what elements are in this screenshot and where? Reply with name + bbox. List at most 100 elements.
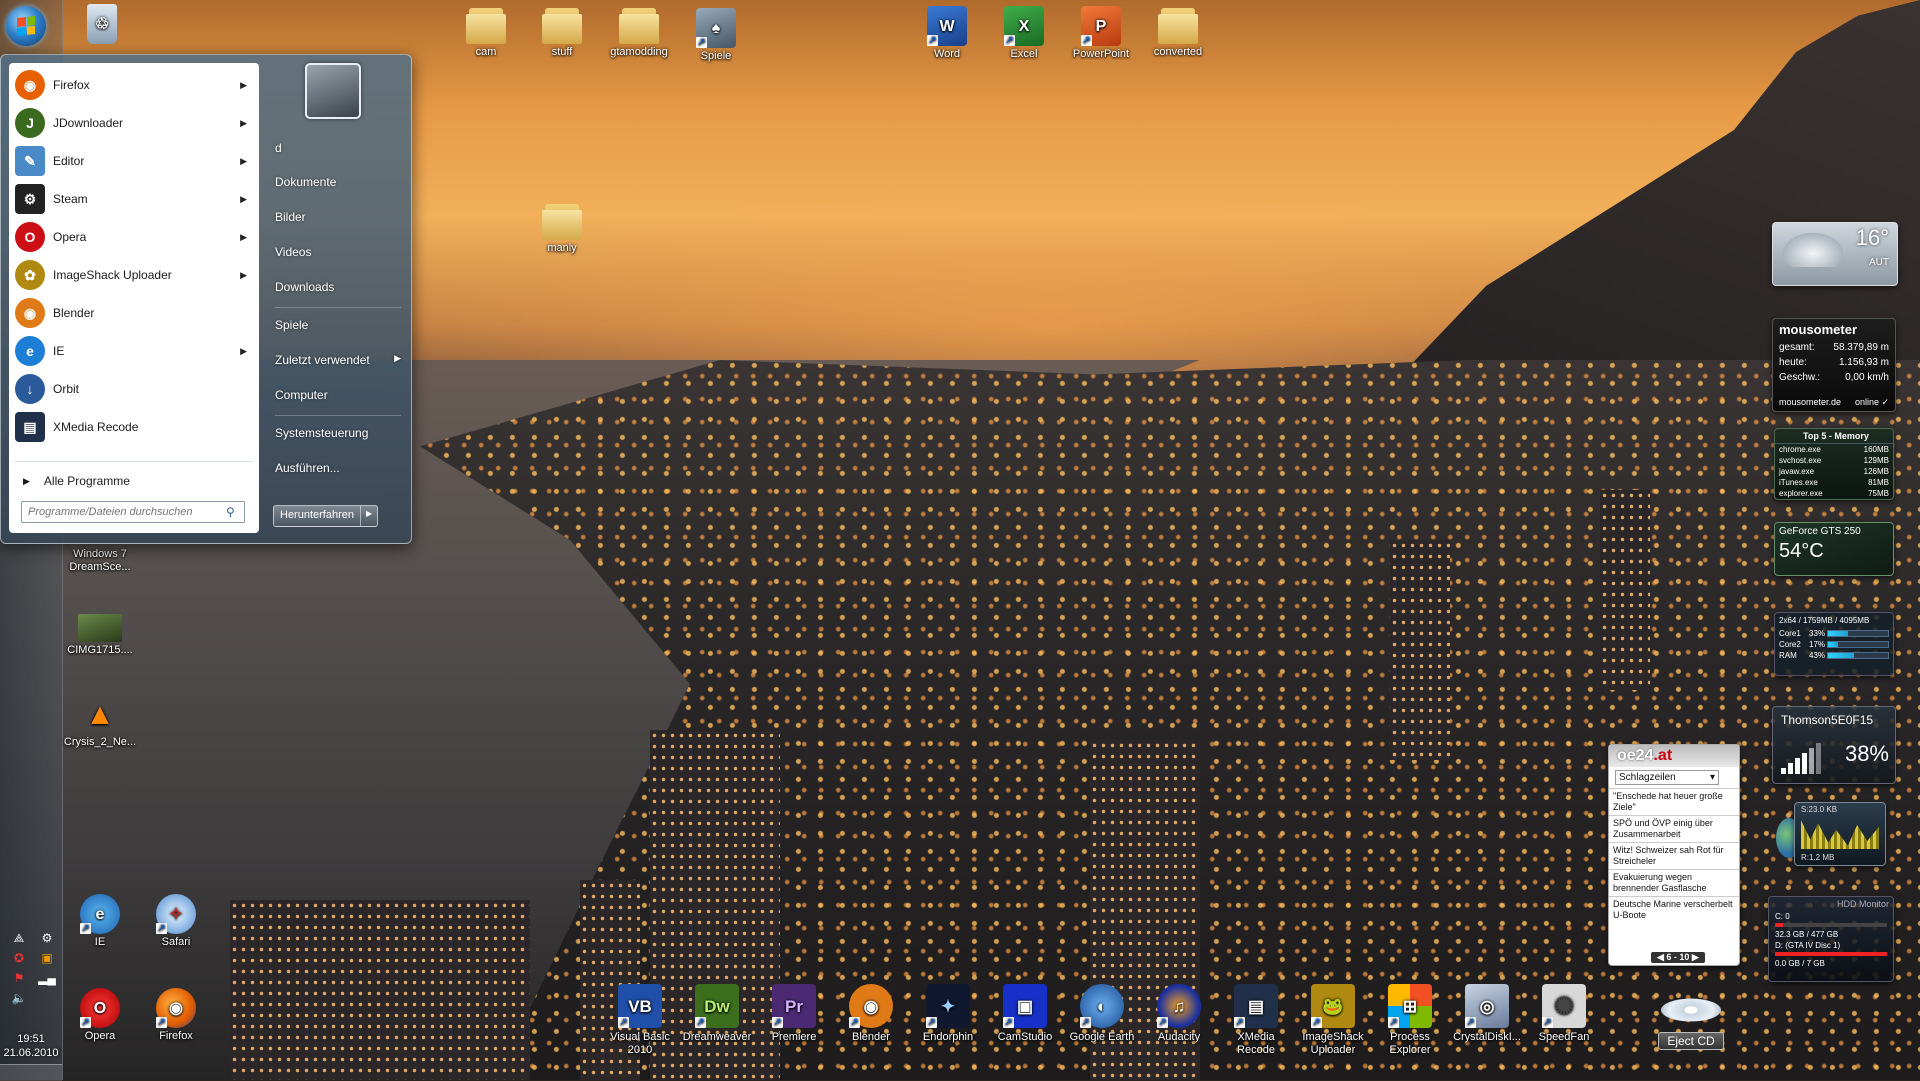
news-item[interactable]: SPÖ und ÖVP einig über Zusammenarbeit	[1609, 815, 1739, 842]
start-menu-item-orbit[interactable]: ↓ Orbit	[11, 371, 257, 407]
network-graph	[1801, 820, 1879, 849]
steam-tray-icon[interactable]: ⚙	[38, 930, 56, 946]
start-link-games[interactable]: Spiele	[275, 318, 308, 332]
desktop-icon-crystaldisk[interactable]: ◎ CrystalDiskI...	[1448, 984, 1526, 1044]
start-menu-item-opera[interactable]: O Opera ▶	[11, 219, 257, 255]
desktop-icon-dreamscene[interactable]: Windows 7 DreamSce...	[62, 548, 138, 574]
desktop-icon-process-explorer[interactable]: ⊞ Process Explorer	[1371, 984, 1449, 1057]
start-link-control-panel[interactable]: Systemsteuerung	[275, 426, 368, 440]
start-link-documents[interactable]: Dokumente	[275, 175, 336, 189]
start-menu-item-imageshack[interactable]: ✿ ImageShack Uploader ▶	[11, 257, 257, 293]
start-link-user[interactable]: d	[275, 141, 282, 155]
news-item[interactable]: Witz! Schweizer sah Rot für Streicheler	[1609, 842, 1739, 869]
start-menu-item-xmedia-recode[interactable]: ▤ XMedia Recode	[11, 409, 257, 445]
cpu-gadget[interactable]: 2x64 / 1759MB / 4095MB Core1 33% Core2 17%…	[1774, 612, 1894, 676]
start-menu-item-jdownloader[interactable]: J JDownloader ▶	[11, 105, 257, 141]
desktop-icon-camstudio[interactable]: ▣ CamStudio	[986, 984, 1064, 1044]
desktop-icon-blender[interactable]: ◉ Blender	[832, 984, 910, 1044]
signal-icon[interactable]: ▂▄	[38, 970, 56, 986]
mousometer-gadget[interactable]: mousometer gesamt: 58.379,89 m heute: 1.15…	[1772, 318, 1896, 412]
start-link-recent[interactable]: Zuletzt verwendet ▶	[275, 353, 401, 367]
desktop-icon-speedfan[interactable]: ✺ SpeedFan	[1525, 984, 1603, 1044]
desktop-icon-endorphin[interactable]: ✦ Endorphin	[909, 984, 987, 1044]
search-icon[interactable]: ⚲	[226, 505, 235, 519]
desktop-icon-opera[interactable]: O Opera	[62, 988, 138, 1043]
gpu-temperature: 54°C	[1779, 540, 1824, 562]
desktop-icon-dreamweaver[interactable]: Dw Dreamweaver	[678, 984, 756, 1044]
news-pager[interactable]: ◀ 6 - 10 ▶	[1651, 952, 1705, 963]
eject-cd-button[interactable]: Eject CD	[1658, 1032, 1724, 1050]
news-gadget[interactable]: oe24.at Schlagzeilen ▾ "Enschede hat heue…	[1608, 744, 1740, 966]
hdd-monitor-gadget[interactable]: HDD Monitor C: 0 32.3 GB / 477 GB D: (GT…	[1768, 896, 1894, 982]
desktop-icon-xmedia-recode[interactable]: ▤ XMedia Recode	[1217, 984, 1295, 1057]
desktop-icon-ie[interactable]: e IE	[62, 894, 138, 949]
start-menu-item-blender[interactable]: ◉ Blender	[11, 295, 257, 331]
recycle-bin[interactable]: ♲	[64, 4, 140, 46]
antivirus-icon[interactable]: ✪	[10, 950, 28, 966]
volume-icon[interactable]: 🔈	[10, 990, 28, 1006]
dreamweaver-icon: Dw	[695, 984, 739, 1028]
all-programs-button[interactable]: ▶ Alle Programme	[11, 469, 257, 493]
start-menu-places-pane: d Dokumente Bilder Videos Downloads Spie…	[267, 55, 407, 543]
shutdown-button[interactable]: Herunterfahren	[274, 506, 361, 526]
desktop-icon-label: Firefox	[159, 1030, 193, 1042]
desktop-icon-label: CrystalDiskI...	[1453, 1031, 1521, 1043]
package-icon[interactable]: ▣	[38, 950, 56, 966]
desktop-icon-crysis2[interactable]: ▲ Crysis_2_Ne...	[62, 694, 138, 749]
desktop-icon-converted[interactable]: converted	[1140, 8, 1216, 59]
memory-gadget[interactable]: Top 5 - Memory chrome.exe 160MB svchost.e…	[1774, 428, 1894, 500]
news-item[interactable]: Evakuierung wegen brennender Gasflasche	[1609, 869, 1739, 896]
network-icon[interactable]: ⟁	[10, 930, 28, 946]
mousometer-site: mousometer.de	[1779, 397, 1842, 407]
submenu-arrow-icon: ▶	[240, 193, 247, 204]
start-link-computer[interactable]: Computer	[275, 388, 328, 402]
desktop-icon-imageshack[interactable]: 🐸 ImageShack Uploader	[1294, 984, 1372, 1057]
desktop-icon-cimg1715[interactable]: CIMG1715....	[62, 614, 138, 657]
desktop-icon-manly[interactable]: manly	[524, 204, 600, 255]
start-link-pictures[interactable]: Bilder	[275, 210, 306, 224]
news-category-select[interactable]: Schlagzeilen ▾	[1615, 770, 1719, 785]
network-meter-gadget[interactable]: S:23.0 KB R:1.2 MB	[1794, 802, 1886, 866]
shutdown-options-button[interactable]: ▶	[361, 506, 377, 526]
start-button[interactable]	[6, 6, 46, 46]
blender-icon: ◉	[15, 298, 45, 328]
desktop-icon-stuff[interactable]: stuff	[524, 8, 600, 59]
clock[interactable]: 19:51 21.06.2010	[0, 1032, 62, 1060]
desktop-icon-gtamodding[interactable]: gtamodding	[601, 8, 677, 59]
flag-icon[interactable]: ⚑	[10, 970, 28, 986]
start-link-downloads[interactable]: Downloads	[275, 280, 334, 294]
powerpoint-icon: P	[1081, 6, 1121, 46]
cpu-row: Core2 17%	[1775, 639, 1893, 650]
news-item[interactable]: "Enschede hat heuer große Ziele"	[1609, 788, 1739, 815]
desktop-icon-spiele[interactable]: ♠ Spiele	[678, 8, 754, 63]
image-icon	[78, 614, 122, 642]
start-menu-search[interactable]: ⚲	[21, 501, 245, 523]
search-input[interactable]	[22, 505, 226, 519]
desktop-icon-excel[interactable]: X Excel	[986, 6, 1062, 61]
start-menu-item-ie[interactable]: e IE ▶	[11, 333, 257, 369]
start-menu-item-firefox[interactable]: ◉ Firefox ▶	[11, 67, 257, 103]
desktop-icon-powerpoint[interactable]: P PowerPoint	[1063, 6, 1139, 61]
desktop-icon-google-earth[interactable]: ◐ Google Earth	[1063, 984, 1141, 1044]
desktop-icon-cam[interactable]: cam	[448, 8, 524, 59]
gpu-gadget[interactable]: GeForce GTS 250 54°C	[1774, 522, 1894, 576]
xmedia-recode-icon: ▤	[1234, 984, 1278, 1028]
desktop-icon-safari[interactable]: ✧ Safari	[138, 894, 214, 949]
desktop-icon-audacity[interactable]: ♫ Audacity	[1140, 984, 1218, 1044]
eject-cd-gadget[interactable]: Eject CD	[1645, 990, 1737, 1060]
start-menu-item-steam[interactable]: ⚙ Steam ▶	[11, 181, 257, 217]
wifi-gadget[interactable]: Thomson5E0F15 38%	[1772, 706, 1896, 784]
show-desktop-button[interactable]	[0, 1064, 62, 1081]
desktop-icon-visual-basic[interactable]: VB Visual Basic 2010	[601, 984, 679, 1057]
desktop-icon-firefox[interactable]: ◉ Firefox	[138, 988, 214, 1043]
start-link-videos[interactable]: Videos	[275, 245, 311, 259]
news-item[interactable]: Deutsche Marine verscherbelt U-Boote	[1609, 896, 1739, 923]
desktop-icon-label: Visual Basic 2010	[610, 1031, 670, 1056]
start-link-run[interactable]: Ausführen...	[275, 461, 340, 475]
start-menu-item-label: Blender	[53, 306, 95, 320]
weather-gadget[interactable]: 16° AUT	[1772, 222, 1898, 286]
user-picture[interactable]	[305, 63, 361, 119]
desktop-icon-word[interactable]: W Word	[909, 6, 985, 61]
desktop-icon-premiere[interactable]: Pr Premiere	[755, 984, 833, 1044]
start-menu-item-editor[interactable]: ✎ Editor ▶	[11, 143, 257, 179]
